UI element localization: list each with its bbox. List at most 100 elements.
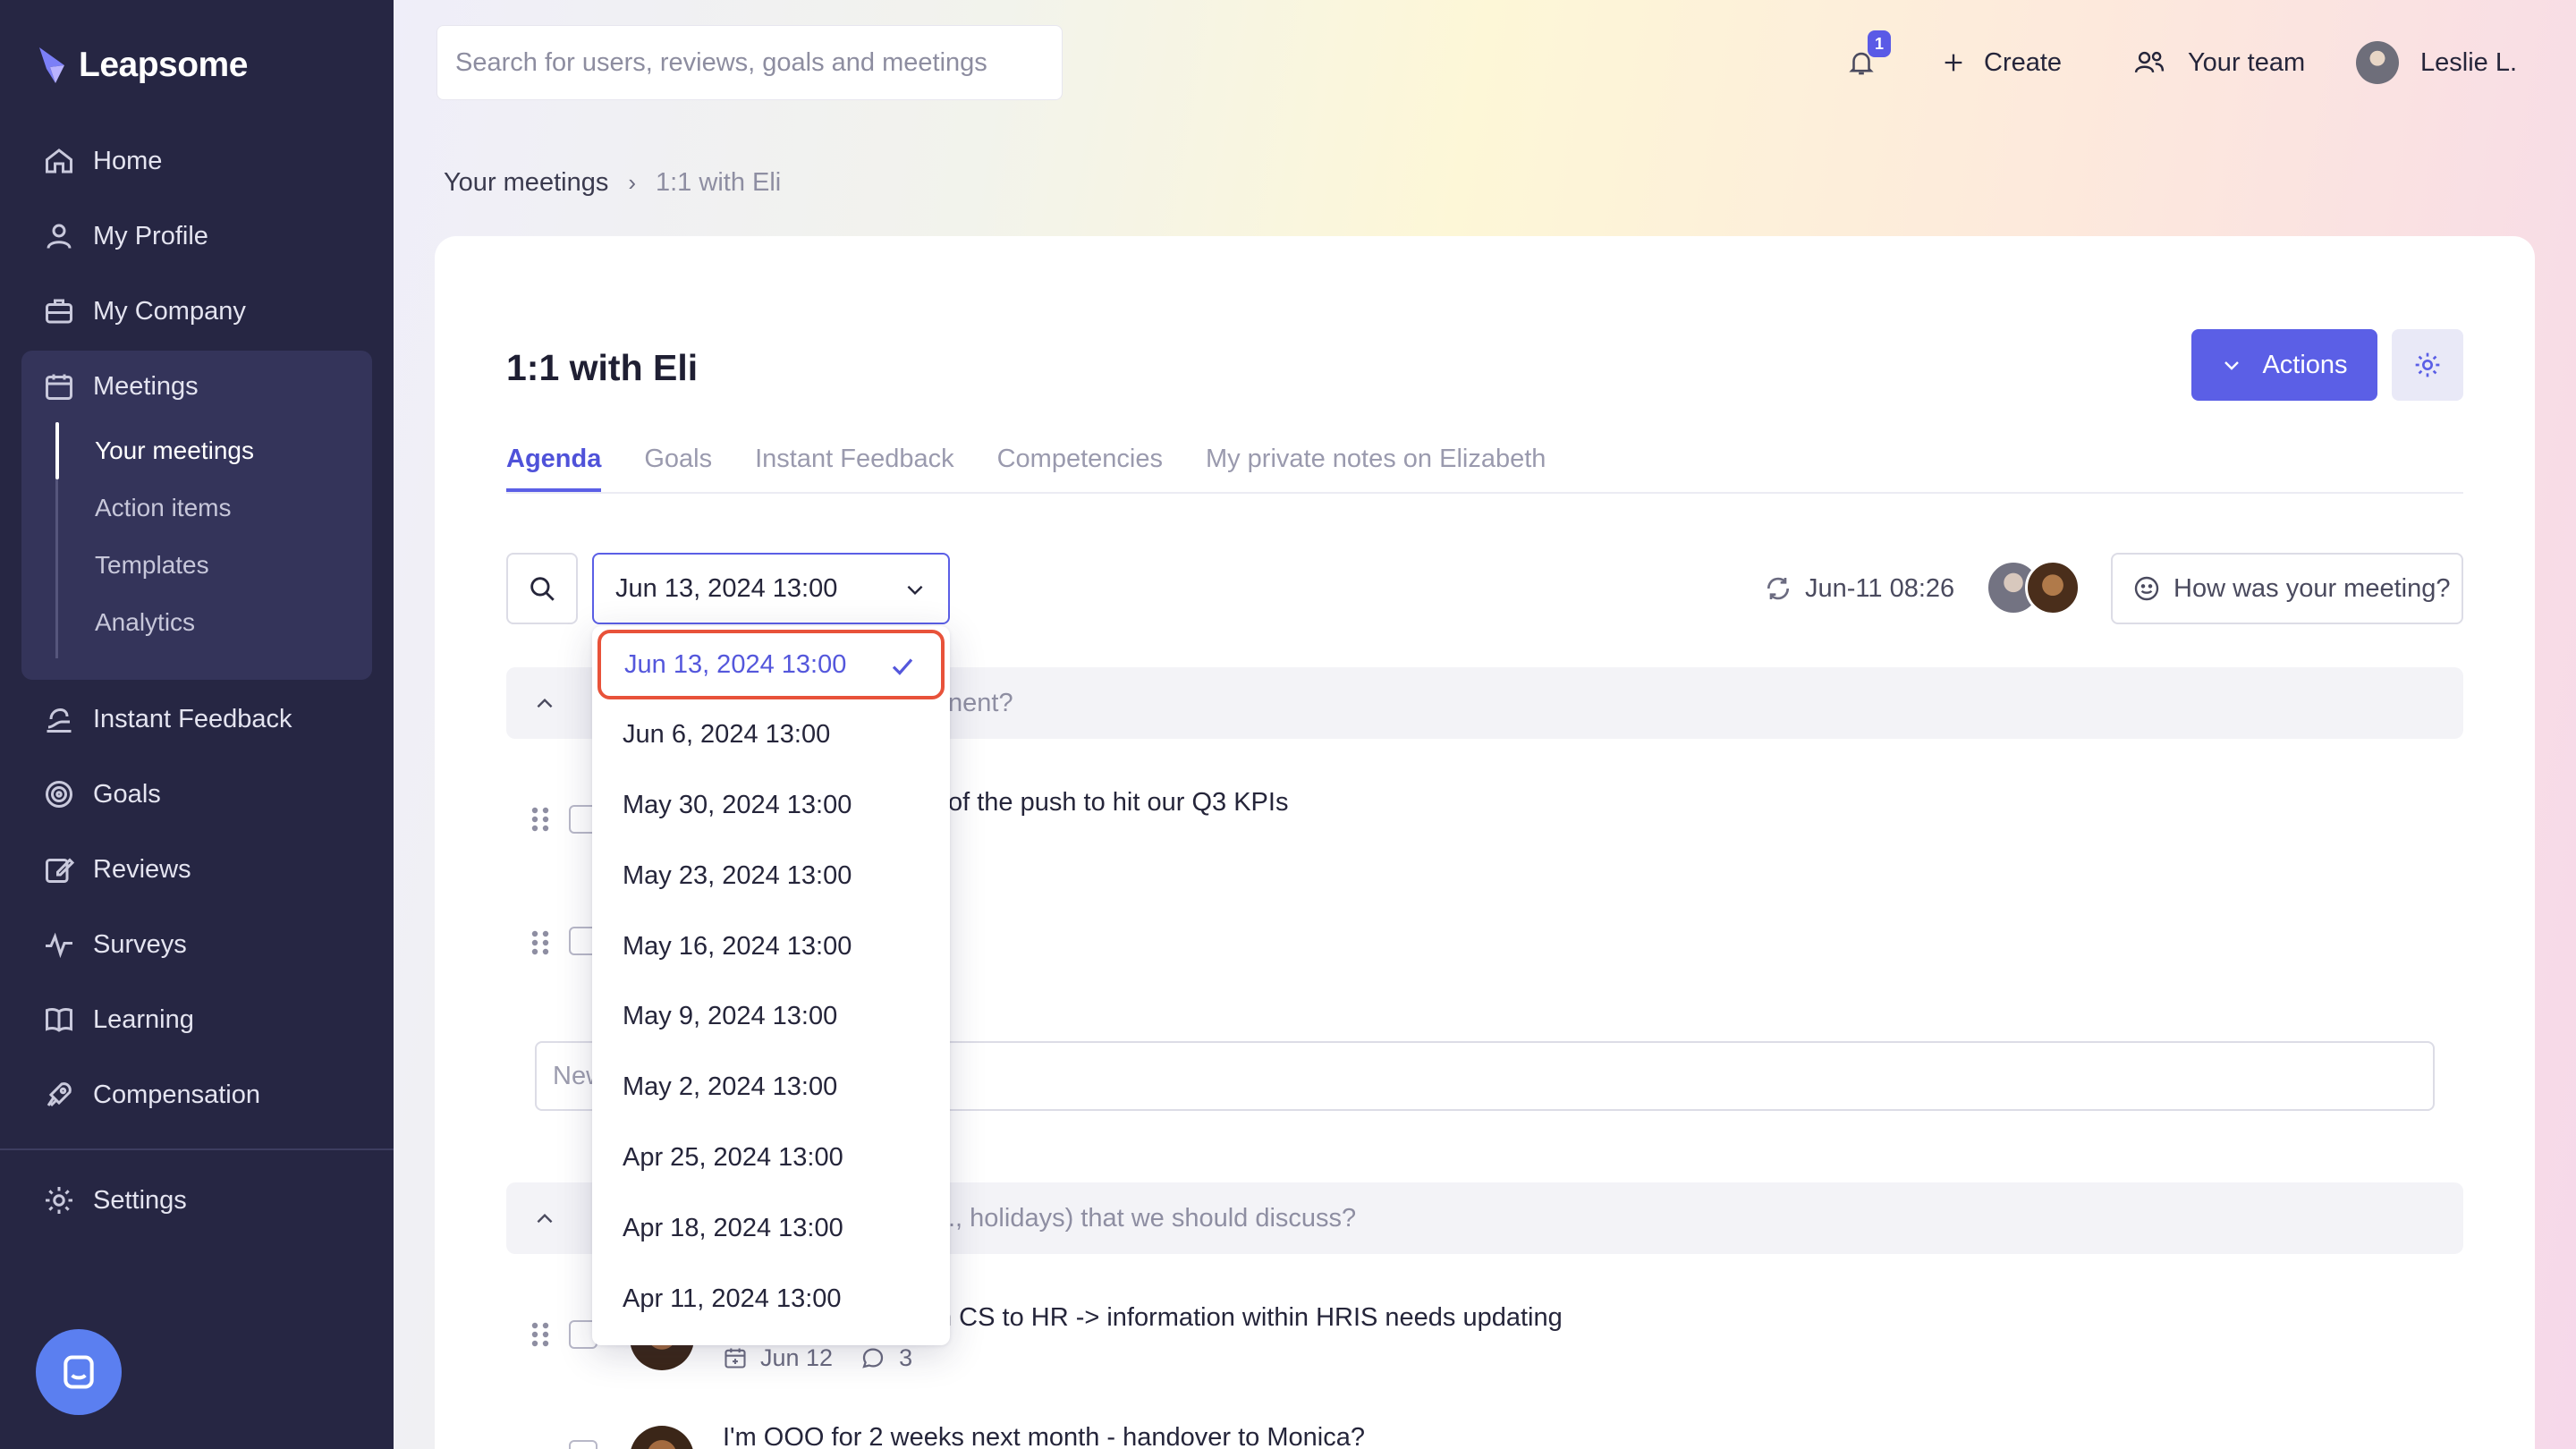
sidebar-item-learning[interactable]: Learning [43, 998, 194, 1041]
search-agenda-button[interactable] [506, 553, 578, 624]
calendar-icon [46, 374, 72, 400]
sidebar-item-label: Settings [93, 1185, 187, 1215]
sidebar-item-label: My Profile [93, 221, 208, 250]
rocket-icon [47, 1082, 72, 1107]
sync-status: Jun-11 08:26 [1764, 569, 1954, 608]
sidebar-divider [0, 1148, 394, 1150]
submenu-active-indicator [55, 422, 59, 479]
tab-private-notes[interactable]: My private notes on Elizabeth [1206, 438, 1546, 492]
feedback-icon [47, 708, 72, 733]
date-option[interactable]: May 9, 2024 13:00 [592, 981, 950, 1051]
leapsome-logo[interactable]: Leapsome [38, 43, 248, 88]
chevron-right-icon: › [628, 168, 636, 196]
date-option[interactable]: Apr 11, 2024 13:00 [592, 1264, 950, 1334]
date-dropdown-menu: Jun 13, 2024 13:00 Jun 6, 2024 13:00 May… [592, 626, 950, 1345]
sidebar-subitem-action-items[interactable]: Action items [95, 487, 232, 530]
tab-instant-feedback[interactable]: Instant Feedback [755, 438, 953, 492]
section-title: nent? [948, 688, 1013, 717]
drag-handle-icon[interactable] [531, 807, 549, 832]
sidebar-item-label: Home [93, 146, 163, 175]
create-label: Create [1984, 47, 2063, 77]
date-option-selected[interactable]: Jun 13, 2024 13:00 [597, 630, 945, 699]
date-option[interactable]: May 30, 2024 13:00 [592, 770, 950, 840]
user-avatar [2356, 41, 2399, 84]
user-menu[interactable]: Leslie L. [2356, 36, 2517, 89]
chevron-up-icon [537, 698, 553, 708]
global-search-input[interactable]: Search for users, reviews, goals and mee… [436, 25, 1063, 100]
date-option[interactable]: Jun 6, 2024 13:00 [592, 699, 950, 769]
date-option[interactable]: May 2, 2024 13:00 [592, 1052, 950, 1122]
your-team-button[interactable]: Your team [2132, 36, 2305, 89]
agenda-item-checkbox[interactable] [569, 1440, 597, 1449]
check-icon [892, 658, 913, 675]
participants-avatars[interactable] [1986, 560, 2084, 615]
page-title: 1:1 with Eli [506, 347, 699, 388]
selected-date: Jun 13, 2024 13:00 [615, 573, 838, 603]
meeting-tabs: Agenda Goals Instant Feedback Competenci… [506, 438, 1589, 492]
tab-agenda[interactable]: Agenda [506, 438, 602, 492]
gear-icon [2415, 352, 2440, 377]
breadcrumb: Your meetings › 1:1 with Eli [444, 165, 781, 200]
search-icon [530, 577, 555, 601]
drag-handle-icon[interactable] [531, 930, 549, 955]
home-icon [46, 148, 72, 174]
user-name: Leslie L. [2420, 47, 2518, 77]
sidebar-item-surveys[interactable]: Surveys [43, 923, 187, 966]
app-name: Leapsome [79, 46, 248, 84]
sidebar-item-label: Surveys [93, 929, 187, 959]
item-due-date: Jun 12 [760, 1343, 834, 1371]
item-comment-count: 3 [899, 1343, 913, 1371]
edit-icon [46, 858, 75, 883]
sidebar-item-settings[interactable]: Settings [43, 1179, 187, 1222]
tab-competencies[interactable]: Competencies [997, 438, 1163, 492]
sidebar-subitem-templates[interactable]: Templates [95, 544, 209, 587]
sidebar-item-my-company[interactable]: My Company [43, 290, 246, 333]
sidebar-item-my-profile[interactable]: My Profile [43, 215, 208, 258]
meeting-settings-button[interactable] [2392, 329, 2463, 401]
search-placeholder: Search for users, reviews, goals and mee… [455, 47, 987, 77]
meeting-feedback-button[interactable]: How was your meeting? [2111, 553, 2463, 624]
tabs-divider [506, 492, 2463, 494]
tab-goals[interactable]: Goals [644, 438, 712, 492]
agenda-item-text[interactable]: n CS to HR -> information within HRIS ne… [937, 1295, 1563, 1340]
section-title: ., holidays) that we should discuss? [948, 1203, 1357, 1233]
meeting-date-select[interactable]: Jun 13, 2024 13:00 [592, 553, 950, 624]
agenda-item-text[interactable]: I'm OOO for 2 weeks next month - handove… [723, 1415, 1365, 1449]
sidebar-item-home[interactable]: Home [43, 140, 162, 182]
sidebar-item-instant-feedback[interactable]: Instant Feedback [43, 698, 292, 741]
plus-icon [1945, 54, 1962, 72]
support-chat-button[interactable] [36, 1329, 122, 1415]
sidebar-item-goals[interactable]: Goals [43, 773, 161, 816]
target-icon [46, 781, 72, 808]
sidebar-item-label: Instant Feedback [93, 704, 292, 733]
sidebar-item-reviews[interactable]: Reviews [43, 848, 191, 891]
chat-icon [64, 1355, 94, 1389]
date-option[interactable]: Apr 18, 2024 13:00 [592, 1193, 950, 1263]
sidebar-subitem-analytics[interactable]: Analytics [95, 601, 195, 644]
sidebar-item-compensation[interactable]: Compensation [43, 1073, 260, 1116]
breadcrumb-your-meetings[interactable]: Your meetings [444, 168, 608, 198]
actions-button[interactable]: Actions [2191, 329, 2377, 401]
sidebar-item-label: Reviews [93, 854, 191, 884]
drag-handle-icon[interactable] [531, 1322, 549, 1347]
smiley-icon [2134, 576, 2159, 601]
date-option[interactable]: May 23, 2024 13:00 [592, 841, 950, 911]
team-icon [2134, 51, 2165, 73]
pulse-icon [46, 932, 72, 959]
leapsome-logo-icon [39, 47, 64, 83]
sidebar-item-label: Learning [93, 1004, 194, 1034]
chevron-down-icon [907, 585, 923, 596]
sidebar-item-meetings[interactable]: Meetings [43, 365, 199, 408]
sidebar-item-label: Goals [93, 779, 161, 809]
sidebar-item-label: My Company [93, 296, 246, 326]
date-option[interactable]: Apr 25, 2024 13:00 [592, 1123, 950, 1192]
sync-icon [1767, 577, 1790, 600]
create-button[interactable]: Create [1941, 36, 2062, 89]
your-team-label: Your team [2188, 47, 2306, 77]
sidebar-subitem-your-meetings[interactable]: Your meetings [95, 429, 254, 472]
date-option[interactable]: May 16, 2024 13:00 [592, 911, 950, 981]
agenda-item-text[interactable]: of the push to hit our Q3 KPIs [948, 780, 1288, 825]
sync-time: Jun-11 08:26 [1805, 573, 1955, 603]
chevron-up-icon [537, 1213, 553, 1224]
comment-icon[interactable] [860, 1344, 886, 1371]
